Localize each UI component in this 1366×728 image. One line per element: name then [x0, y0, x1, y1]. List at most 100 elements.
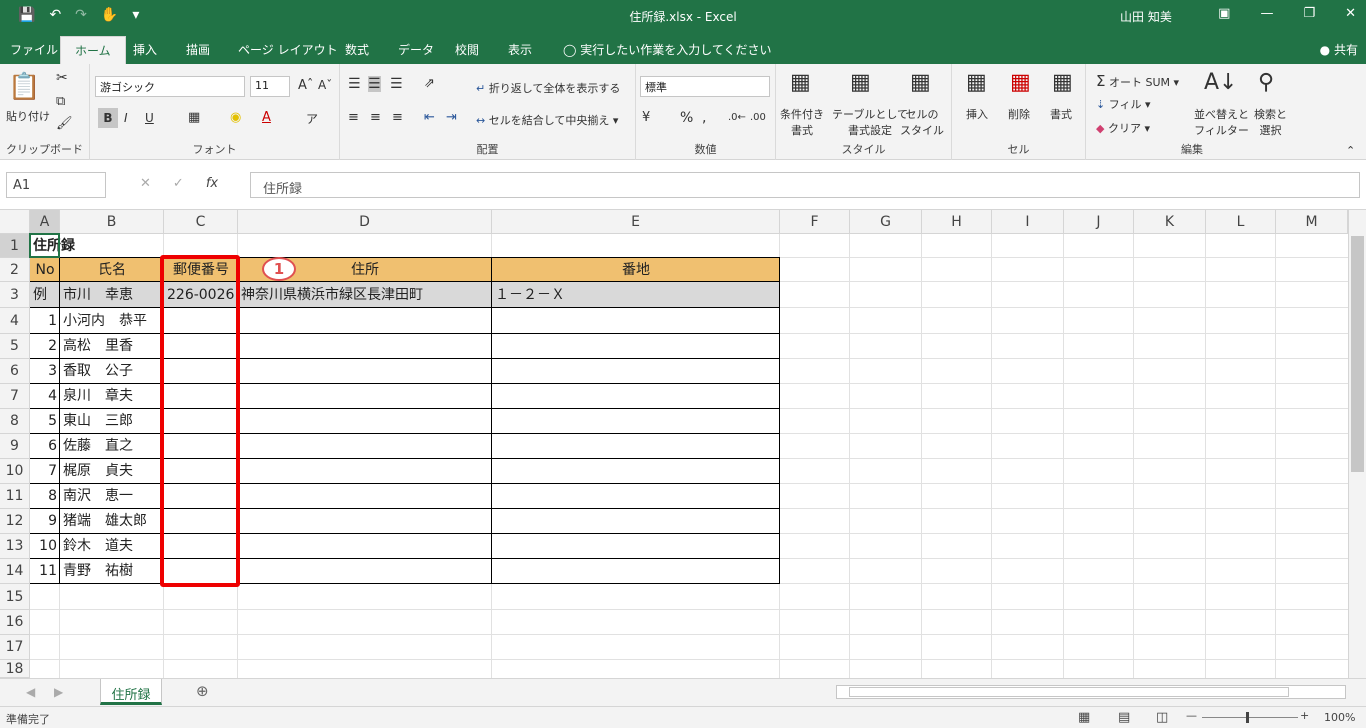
column-header[interactable]: D — [238, 210, 492, 234]
column-header[interactable]: E — [492, 210, 780, 234]
format-as-table-icon[interactable]: ▦ — [850, 70, 871, 95]
record-no[interactable]: 11 — [30, 559, 60, 584]
decrease-decimal-icon[interactable]: .00 — [750, 112, 766, 123]
restore-icon[interactable]: ❐ — [1303, 6, 1315, 21]
row-header[interactable]: 8 — [0, 409, 30, 434]
cut-icon[interactable]: ✂ — [56, 70, 68, 86]
decrease-font-icon[interactable]: Aˇ — [318, 78, 332, 92]
header-no[interactable]: No — [30, 258, 60, 282]
paste-button[interactable]: 貼り付け — [6, 108, 50, 124]
next-sheet-icon[interactable]: ▶ — [54, 685, 63, 699]
copy-icon[interactable]: ⧉ — [56, 94, 65, 109]
sort-filter-button[interactable]: 並べ替えと フィルター — [1194, 106, 1249, 138]
row-header[interactable]: 14 — [0, 559, 30, 584]
minimize-icon[interactable]: — — [1260, 6, 1273, 21]
comma-button[interactable]: , — [702, 110, 706, 126]
row-header[interactable]: 17 — [0, 635, 30, 660]
record-name[interactable]: 泉川 章夫 — [60, 384, 164, 409]
page-layout-view-icon[interactable]: ▤ — [1118, 710, 1130, 725]
record-no[interactable]: 8 — [30, 484, 60, 509]
tab-formulas[interactable]: 数式 — [345, 41, 369, 58]
insert-cells-icon[interactable]: ▦ — [966, 70, 987, 95]
row-header[interactable]: 4 — [0, 308, 30, 334]
row-header[interactable]: 3 — [0, 282, 30, 308]
increase-font-icon[interactable]: Aˆ — [298, 78, 313, 93]
column-header[interactable]: B — [60, 210, 164, 234]
record-no[interactable]: 5 — [30, 409, 60, 434]
record-name[interactable]: 佐藤 直之 — [60, 434, 164, 459]
align-top-icon[interactable]: ☰ — [348, 76, 361, 92]
record-name[interactable]: 鈴木 道夫 — [60, 534, 164, 559]
record-name[interactable]: 高松 里香 — [60, 334, 164, 359]
tab-insert[interactable]: 挿入 — [133, 41, 157, 58]
record-name[interactable]: 青野 祐樹 — [60, 559, 164, 584]
clear-button[interactable]: ◆ クリア ▾ — [1096, 120, 1150, 136]
delete-cells-button[interactable]: 削除 — [1008, 106, 1030, 122]
increase-indent-icon[interactable]: ⇥ — [446, 110, 457, 125]
horizontal-scrollbar[interactable] — [836, 685, 1346, 699]
name-box[interactable]: A1 — [6, 172, 106, 198]
fill-button[interactable]: ⇣ フィル ▾ — [1096, 96, 1151, 112]
row-header[interactable]: 6 — [0, 359, 30, 384]
align-center-icon[interactable]: ≡ — [370, 110, 381, 125]
horizontal-scroll-thumb[interactable] — [849, 687, 1289, 697]
row-header[interactable]: 9 — [0, 434, 30, 459]
column-header[interactable]: C — [164, 210, 238, 234]
worksheet-grid[interactable]: A B C D E F G H I J K L M 1 2 3 4 5 6 7 8 9 10 11 12 13 14 15 16 17 18… — [0, 210, 1348, 678]
example-no[interactable]: 例 — [30, 282, 60, 308]
zoom-slider[interactable] — [1202, 717, 1298, 718]
column-header[interactable]: M — [1276, 210, 1348, 234]
orientation-icon[interactable]: ⇗ — [424, 76, 435, 91]
select-all-corner[interactable] — [0, 210, 30, 234]
zoom-level[interactable]: 100% — [1324, 711, 1355, 724]
row-header[interactable]: 5 — [0, 334, 30, 359]
tab-page-layout[interactable]: ページ レイアウト — [238, 41, 338, 58]
record-name[interactable]: 猪端 雄太郎 — [60, 509, 164, 534]
row-header[interactable]: 16 — [0, 610, 30, 635]
paste-icon[interactable]: 📋 — [8, 72, 40, 102]
column-header[interactable]: L — [1206, 210, 1276, 234]
add-sheet-icon[interactable]: ⊕ — [196, 682, 209, 700]
example-banchi[interactable]: １－２－Ｘ — [492, 282, 780, 308]
row-header[interactable]: 2 — [0, 258, 30, 282]
align-bottom-icon[interactable]: ☰ — [390, 76, 403, 92]
row-header[interactable]: 7 — [0, 384, 30, 409]
delete-cells-icon[interactable]: ▦ — [1010, 70, 1031, 95]
collapse-ribbon-icon[interactable]: ⌃ — [1346, 144, 1355, 157]
bold-button[interactable]: B — [98, 108, 118, 128]
currency-icon[interactable]: ¥ — [642, 110, 650, 125]
number-format-select[interactable]: 標準 — [640, 76, 770, 97]
row-header[interactable]: 1 — [0, 234, 30, 258]
font-color-icon[interactable]: A — [262, 110, 271, 125]
record-name[interactable]: 梶原 貞夫 — [60, 459, 164, 484]
row-header[interactable]: 11 — [0, 484, 30, 509]
format-painter-icon[interactable]: 🖌 — [56, 116, 73, 131]
merge-center-button[interactable]: ↔ セルを結合して中央揃え ▾ — [476, 112, 618, 128]
ribbon-display-icon[interactable]: ▣ — [1218, 6, 1230, 21]
autosum-button[interactable]: Σ オート SUM ▾ — [1096, 72, 1179, 90]
close-icon[interactable]: ✕ — [1345, 6, 1356, 21]
zoom-slider-thumb[interactable] — [1246, 712, 1249, 723]
column-header[interactable]: K — [1134, 210, 1206, 234]
zoom-in-icon[interactable]: + — [1300, 709, 1309, 722]
decrease-indent-icon[interactable]: ⇤ — [424, 110, 435, 125]
prev-sheet-icon[interactable]: ◀ — [26, 685, 35, 699]
record-no[interactable]: 7 — [30, 459, 60, 484]
font-name-select[interactable]: 游ゴシック — [95, 76, 245, 97]
insert-cells-button[interactable]: 挿入 — [966, 106, 988, 122]
border-icon[interactable]: ▦ — [188, 110, 200, 125]
page-break-view-icon[interactable]: ◫ — [1156, 710, 1168, 725]
column-header[interactable]: F — [780, 210, 850, 234]
row-header[interactable]: 13 — [0, 534, 30, 559]
record-name[interactable]: 香取 公子 — [60, 359, 164, 384]
align-middle-icon[interactable]: ☰ — [368, 76, 381, 92]
find-select-button[interactable]: 検索と 選択 — [1254, 106, 1287, 138]
vertical-scrollbar[interactable] — [1348, 210, 1366, 678]
record-no[interactable]: 4 — [30, 384, 60, 409]
column-header[interactable]: I — [992, 210, 1064, 234]
column-header[interactable]: J — [1064, 210, 1134, 234]
wrap-text-button[interactable]: ↵ 折り返して全体を表示する — [476, 80, 620, 96]
record-no[interactable]: 1 — [30, 308, 60, 334]
active-cell[interactable] — [29, 233, 60, 258]
find-select-icon[interactable]: ⚲ — [1258, 70, 1274, 95]
